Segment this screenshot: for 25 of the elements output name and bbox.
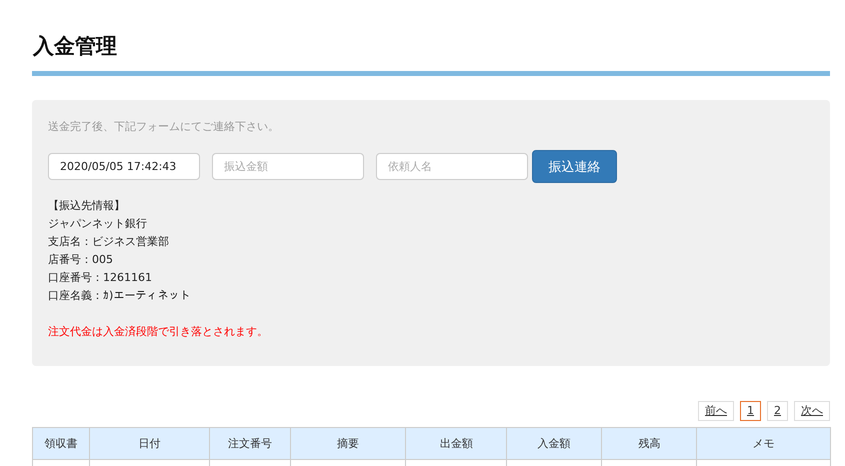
warning-text: 注文代金は入金済段階で引き落とされます。 <box>48 324 269 340</box>
instruction-text: 送金完了後、下記フォームにてご連絡下さい。 <box>48 119 280 135</box>
bank-info-line: ジャパンネット銀行 <box>48 216 148 232</box>
column-header: 領収書 <box>32 428 90 460</box>
column-header: 入金額 <box>506 428 602 460</box>
column-header: 摘要 <box>290 428 406 460</box>
column-header: 日付 <box>90 428 210 460</box>
pager-link[interactable]: 次へ <box>794 401 830 421</box>
input-field[interactable]: 2020/05/05 17:42:43 <box>48 153 200 180</box>
page-title: 入金管理 <box>32 33 118 60</box>
column-header: メモ <box>696 428 830 460</box>
input-field[interactable]: 振込金額 <box>212 153 364 180</box>
bank-info-line: 店番号：005 <box>48 252 114 268</box>
input-field[interactable]: 依頼人名 <box>376 153 528 180</box>
bank-info-line: 支店名：ビジネス営業部 <box>48 234 170 250</box>
pager-link[interactable]: 前へ <box>698 401 734 421</box>
submit-button[interactable]: 振込連絡 <box>532 150 617 183</box>
column-header: 出金額 <box>406 428 507 460</box>
bank-info-line: 口座名義：ｶ)エーティネット <box>48 288 192 304</box>
bank-info-line: 口座番号：1261161 <box>48 270 153 286</box>
column-header: 注文番号 <box>209 428 291 460</box>
page-link[interactable]: 2 <box>767 401 788 421</box>
page-link[interactable]: 1 <box>740 401 761 421</box>
column-header: 残高 <box>602 428 697 460</box>
bank-info-line: 【振込先情報】 <box>48 198 126 214</box>
